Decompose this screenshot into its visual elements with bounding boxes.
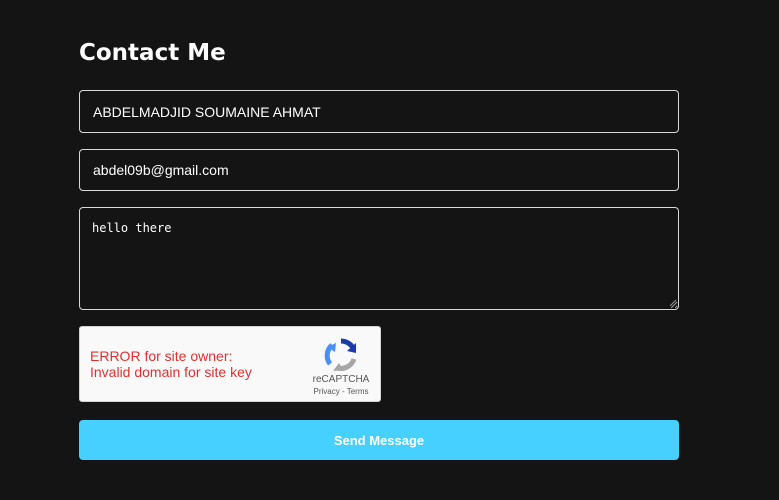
recaptcha-terms-link[interactable]: Terms [347,387,369,396]
recaptcha-widget: ERROR for site owner: Invalid domain for… [79,326,381,402]
recaptcha-brand: reCAPTCHA [312,374,370,385]
recaptcha-error-line2: Invalid domain for site key [90,364,252,380]
resize-handle-icon[interactable] [669,299,677,307]
recaptcha-links: Privacy - Terms [302,387,380,396]
recaptcha-error: ERROR for site owner: Invalid domain for… [90,348,252,380]
recaptcha-logo-icon [324,338,357,371]
message-textarea[interactable]: hello there [79,207,679,310]
recaptcha-privacy-link[interactable]: Privacy [314,387,340,396]
email-field[interactable] [79,149,679,191]
contact-page: Contact Me hello there ERROR for site ow… [0,0,779,500]
page-title: Contact Me [79,40,226,66]
recaptcha-error-line1: ERROR for site owner: [90,348,233,364]
send-message-button[interactable]: Send Message [79,420,679,460]
recaptcha-link-separator: - [339,387,347,396]
name-field[interactable] [79,90,679,133]
